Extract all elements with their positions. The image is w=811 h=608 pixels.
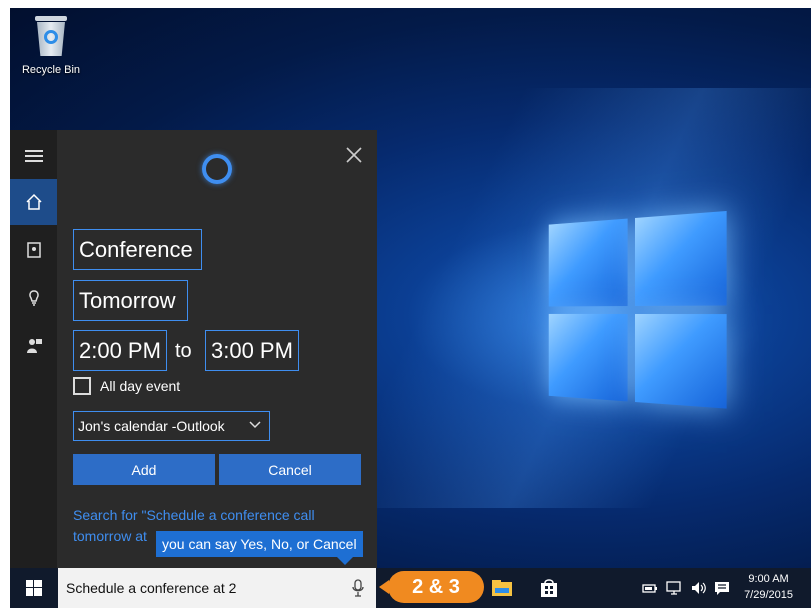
start-button[interactable] bbox=[10, 568, 58, 608]
recycle-bin[interactable]: Recycle Bin bbox=[16, 14, 86, 76]
cortana-rail bbox=[10, 130, 57, 568]
add-button[interactable]: Add bbox=[73, 454, 215, 485]
notebook-icon bbox=[26, 242, 41, 258]
windows-start-icon bbox=[26, 580, 42, 596]
system-clock[interactable]: 9:00 AM 7/29/2015 bbox=[744, 571, 793, 603]
start-time-text: 2:00 PM bbox=[79, 337, 161, 363]
start-time-field[interactable]: 2:00 PM bbox=[73, 330, 167, 371]
end-time-text: 3:00 PM bbox=[211, 337, 293, 363]
all-day-checkbox[interactable] bbox=[73, 377, 91, 395]
feedback-button[interactable] bbox=[10, 323, 57, 369]
reminders-button[interactable] bbox=[10, 275, 57, 321]
chevron-down-icon bbox=[249, 421, 261, 429]
event-title-text: Conference bbox=[79, 236, 193, 262]
home-icon bbox=[25, 193, 42, 210]
store-icon[interactable] bbox=[538, 577, 560, 599]
event-date-field[interactable]: Tomorrow bbox=[73, 280, 188, 321]
search-box-text: Schedule a conference at 2 bbox=[66, 580, 237, 596]
hamburger-menu-button[interactable] bbox=[10, 133, 57, 179]
taskbar: Schedule a conference at 2 2 & 3 9:00 AM… bbox=[10, 568, 811, 608]
volume-icon[interactable] bbox=[690, 580, 706, 596]
end-time-field[interactable]: 3:00 PM bbox=[205, 330, 299, 371]
feedback-icon bbox=[26, 339, 42, 353]
all-day-label: All day event bbox=[100, 378, 181, 394]
action-center-icon[interactable] bbox=[714, 580, 730, 596]
cortana-panel: Conference Tomorrow 2:00 PM to 3:00 PM A… bbox=[10, 130, 377, 568]
windows-logo-wallpaper bbox=[548, 210, 735, 415]
clock-date: 7/29/2015 bbox=[744, 589, 793, 601]
step-callout-badge: 2 & 3 bbox=[379, 571, 484, 603]
clock-time: 9:00 AM bbox=[748, 573, 789, 585]
recycle-bin-label: Recycle Bin bbox=[21, 64, 81, 76]
voice-hint-tooltip: you can say Yes, No, or Cancel bbox=[156, 531, 363, 565]
event-title-field[interactable]: Conference bbox=[73, 229, 202, 270]
cortana-search-box[interactable]: Schedule a conference at 2 bbox=[58, 568, 376, 608]
lightbulb-icon bbox=[28, 290, 39, 306]
close-icon[interactable] bbox=[345, 146, 363, 164]
battery-icon[interactable] bbox=[642, 580, 658, 596]
calendar-select-value: Jon's calendar -Outlook bbox=[78, 418, 225, 434]
notebook-button[interactable] bbox=[10, 227, 57, 273]
cortana-orb-icon bbox=[202, 154, 232, 184]
event-date-text: Tomorrow bbox=[79, 287, 176, 313]
file-explorer-icon[interactable] bbox=[491, 577, 513, 599]
home-button[interactable] bbox=[10, 179, 57, 225]
cortana-content: Conference Tomorrow 2:00 PM to 3:00 PM A… bbox=[57, 130, 377, 568]
recycle-bin-icon bbox=[33, 14, 69, 58]
calendar-select[interactable]: Jon's calendar -Outlook bbox=[73, 411, 270, 441]
microphone-icon[interactable] bbox=[352, 579, 364, 597]
to-label: to bbox=[175, 340, 192, 362]
hamburger-menu-icon bbox=[24, 150, 43, 162]
cancel-button[interactable]: Cancel bbox=[219, 454, 361, 485]
network-icon[interactable] bbox=[666, 580, 682, 596]
